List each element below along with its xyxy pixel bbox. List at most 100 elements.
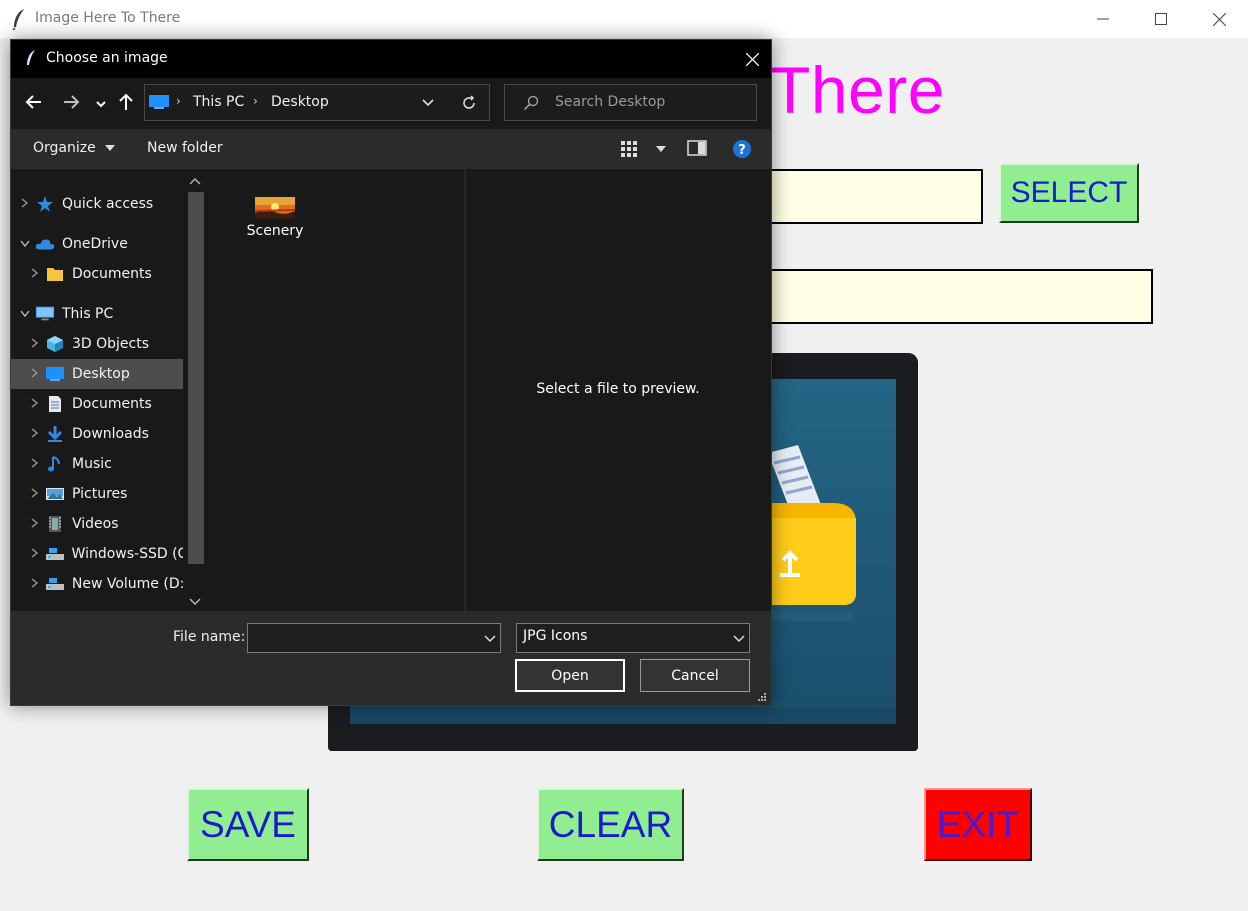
filename-label: File name: — [173, 629, 246, 645]
preview-pane-icon — [687, 140, 707, 156]
file-item[interactable]: Scenery — [239, 194, 311, 239]
arrow-right-icon — [64, 95, 80, 109]
filename-input[interactable] — [247, 623, 501, 653]
chevron-down-icon[interactable] — [484, 635, 496, 643]
grid-view-icon — [621, 141, 637, 157]
computer-icon — [35, 305, 55, 323]
pictures-icon — [45, 485, 65, 503]
nav-item-label: Videos — [72, 516, 119, 532]
nav-item-windows-ssd-c[interactable]: Windows-SSD (C — [11, 539, 183, 569]
chevron-down-icon[interactable] — [19, 308, 31, 321]
nav-item-label: Documents — [72, 396, 152, 412]
feather-icon — [27, 50, 35, 65]
nav-item-label: Pictures — [72, 486, 128, 502]
open-button[interactable]: Open — [515, 659, 625, 692]
nav-item-new-volume-d[interactable]: New Volume (D: — [11, 569, 183, 599]
chevron-right-icon[interactable] — [19, 197, 31, 211]
nav-item-label: Quick access — [62, 196, 154, 212]
chevron-right-icon[interactable] — [29, 457, 41, 471]
caret-down-icon — [105, 145, 116, 151]
navigation-tree: Quick access OneDrive Documents This PC 3D O… — [11, 189, 191, 599]
preview-pane-button[interactable] — [687, 140, 707, 160]
refresh-icon[interactable] — [461, 95, 477, 111]
dialog-title: Choose an image — [46, 50, 168, 66]
feather-icon — [12, 9, 24, 30]
chevron-right-icon[interactable] — [29, 427, 41, 441]
scroll-down-icon[interactable] — [189, 598, 201, 606]
nav-item-documents[interactable]: Documents — [11, 389, 183, 419]
nav-item-label: Windows-SSD (C — [71, 546, 183, 562]
nav-item-label: Documents — [72, 266, 152, 282]
up-button[interactable] — [117, 92, 135, 116]
address-bar[interactable]: › This PC › Desktop — [144, 84, 490, 121]
nav-item-label: Desktop — [72, 366, 130, 382]
nav-item-videos[interactable]: Videos — [11, 509, 183, 539]
chevron-right-icon[interactable] — [29, 367, 41, 381]
maximize-button[interactable] — [1132, 0, 1190, 38]
chevron-right-icon[interactable] — [29, 577, 41, 591]
nav-item-label: New Volume (D: — [71, 576, 183, 592]
chevron-right-icon[interactable] — [29, 397, 41, 411]
file-name: Scenery — [246, 223, 304, 239]
path-entry[interactable] — [765, 169, 983, 224]
filetype-select[interactable]: JPG Icons — [516, 623, 750, 653]
recent-locations-button[interactable] — [95, 95, 107, 114]
breadcrumb-separator: › — [253, 94, 258, 108]
nav-item-pictures[interactable]: Pictures — [11, 479, 183, 509]
nav-item-label: Music — [72, 456, 112, 472]
select-button[interactable]: SELECT — [999, 163, 1139, 223]
new-folder-button[interactable]: New folder — [147, 140, 223, 156]
desktop-icon — [45, 365, 65, 383]
nav-item-label: This PC — [62, 306, 114, 322]
cancel-button[interactable]: Cancel — [640, 659, 750, 692]
breadcrumb-separator: › — [176, 94, 181, 108]
clear-button[interactable]: CLEAR — [537, 788, 684, 861]
chevron-right-icon[interactable] — [29, 487, 41, 501]
nav-item-downloads[interactable]: Downloads — [11, 419, 183, 449]
chevron-right-icon[interactable] — [29, 547, 41, 561]
chevron-right-icon[interactable] — [29, 337, 41, 351]
scroll-up-icon[interactable] — [189, 177, 201, 185]
nav-item-onedrive[interactable]: OneDrive — [11, 229, 183, 259]
breadcrumb-this-pc[interactable]: This PC — [193, 94, 244, 110]
cube-icon — [45, 335, 65, 353]
maximize-icon — [1155, 13, 1167, 25]
nav-item-desktop[interactable]: Desktop — [11, 359, 183, 389]
nav-item-music[interactable]: Music — [11, 449, 183, 479]
search-icon — [523, 95, 539, 111]
chevron-down-icon — [733, 635, 745, 643]
close-icon — [745, 52, 759, 66]
app-title: Image Here To There — [35, 10, 181, 26]
chevron-right-icon[interactable] — [29, 517, 41, 531]
nav-item-this-pc[interactable]: This PC — [11, 299, 183, 329]
exit-button[interactable]: EXIT — [924, 788, 1032, 861]
chevron-right-icon[interactable] — [29, 267, 41, 281]
organize-label: Organize — [33, 140, 96, 156]
nav-item-quick-access[interactable]: Quick access — [11, 189, 183, 219]
view-options-button[interactable] — [620, 139, 667, 163]
app-titlebar — [0, 0, 1248, 38]
chevron-down-icon[interactable] — [422, 98, 434, 108]
breadcrumb-desktop[interactable]: Desktop — [271, 94, 329, 110]
close-button[interactable] — [1190, 0, 1248, 38]
nav-scroll-thumb[interactable] — [188, 192, 204, 564]
back-button[interactable] — [24, 92, 44, 116]
arrow-left-icon — [25, 95, 41, 109]
forward-button[interactable] — [61, 92, 81, 116]
search-box[interactable]: Search Desktop — [504, 84, 757, 121]
nav-item-documents[interactable]: Documents — [11, 259, 183, 289]
organize-menu[interactable]: Organize — [33, 140, 116, 156]
nav-item-label: OneDrive — [62, 236, 128, 252]
nav-item-3d-objects[interactable]: 3D Objects — [11, 329, 183, 359]
document-icon — [45, 395, 65, 413]
minimize-button[interactable] — [1074, 0, 1132, 38]
nav-item-label: Downloads — [72, 426, 149, 442]
destination-entry[interactable] — [765, 269, 1153, 324]
save-button[interactable]: SAVE — [187, 788, 309, 861]
folder-icon — [45, 265, 65, 283]
dialog-close-button[interactable] — [733, 40, 771, 78]
cloud-icon — [35, 235, 55, 253]
resize-grip-icon[interactable] — [757, 692, 767, 702]
help-button[interactable]: ? — [732, 139, 752, 163]
chevron-down-icon[interactable] — [19, 238, 31, 251]
